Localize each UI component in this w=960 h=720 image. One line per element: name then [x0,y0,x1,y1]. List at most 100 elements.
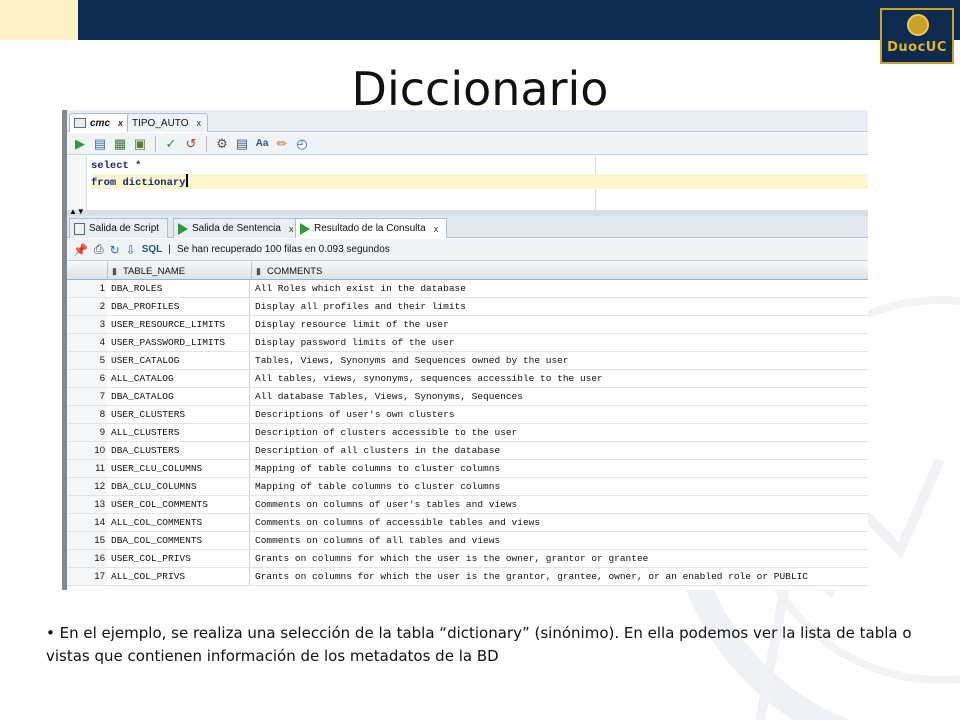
table-row[interactable]: 14 ALL_COL_COMMENTS Comments on columns of… [67,514,868,532]
print-icon[interactable]: ⎙ [94,242,104,257]
table-row[interactable]: 1 DBA_ROLES All Roles which exist in the d… [67,280,868,298]
query-result-icon [300,222,310,235]
splitter-arrows-icon[interactable]: ▲▼ [69,207,85,216]
row-number: 14 [67,514,107,531]
tab-tipo-auto[interactable]: TIPO_AUTO x [127,113,868,590]
result-status: Se han recuperado 100 filas en 0.093 seg… [176,244,390,255]
cell-table-name: USER_CATALOG [108,352,250,369]
cell-comments: Comments on columns of accessible tables… [255,517,541,528]
tab-label: Resultado de la Consulta [314,223,426,234]
cell-comments: Display all profiles and their limits [255,301,466,312]
code-line: select * [91,160,142,172]
run-script-icon[interactable]: ▤ [91,135,109,153]
sql-editor[interactable]: select * from dictionary [67,156,868,210]
query-result-grid[interactable]: ▮ TABLE_NAME ▮ COMMENTS 1 DBA_ROLES All Ro… [67,262,868,590]
close-icon[interactable]: x [118,118,123,128]
table-row[interactable]: 16 USER_COL_PRIVS Grants on columns for wh… [67,550,868,568]
explain-plan-icon[interactable]: ▦ [111,135,129,153]
row-number: 10 [67,442,107,459]
cell-table-name: ALL_COL_COMMENTS [108,514,250,531]
tab-query-result[interactable]: Resultado de la Consulta x [295,218,448,238]
logo-text: DuocUC [887,40,947,55]
column-header-table-name[interactable]: ▮ TABLE_NAME [108,262,252,280]
column-header-label: TABLE_NAME [122,265,186,277]
unshared-sql-worksheet-icon[interactable]: ⚙ [213,135,231,153]
document-tab-bar: cmc x TIPO_AUTO x [67,110,868,590]
row-number: 15 [67,532,107,549]
table-row[interactable]: 15 DBA_COL_COMMENTS Comments on columns of… [67,532,868,550]
close-icon[interactable]: x [197,118,202,128]
commit-icon[interactable]: ✓ [162,135,180,153]
cell-comments: Tables, Views, Synonyms and Sequences ow… [255,355,569,366]
table-row[interactable]: 12 DBA_CLU_COLUMNS Mapping of table column… [67,478,868,496]
row-number: 13 [67,496,107,513]
editor-gutter [67,156,87,210]
cell-comments: Description of all clusters in the datab… [255,445,501,456]
cell-table-name: DBA_COL_COMMENTS [108,532,250,549]
sql-tuning-advisor-icon[interactable]: ▤ [233,135,251,153]
table-row[interactable]: 10 DBA_CLUSTERS Description of all cluster… [67,442,868,460]
cell-comments: All database Tables, Views, Synonyms, Se… [255,391,523,402]
format-icon[interactable]: Aa [253,135,271,153]
sql-button[interactable]: SQL [142,244,163,255]
table-row[interactable]: 17 ALL_COL_PRIVS Grants on columns for whi… [67,568,868,586]
tab-label: Salida de Script [89,223,160,234]
result-toolbar: 📌 ⎙ ↻ ⇩ SQL | Se han recuperado 100 fila… [67,239,868,261]
sql-worksheet-icon [74,118,86,128]
row-number: 6 [67,370,107,387]
tab-script-output[interactable]: Salida de Script [69,218,169,238]
table-row[interactable]: 6 ALL_CATALOG All tables, views, synonyms,… [67,370,868,388]
toolbar-separator: | [168,244,171,255]
clear-icon[interactable]: ✏ [273,135,291,153]
row-number: 7 [67,388,107,405]
row-number-header [67,262,108,280]
close-icon[interactable]: x [289,224,294,234]
script-output-icon [74,222,85,235]
table-row[interactable]: 11 USER_CLU_COLUMNS Mapping of table colum… [67,460,868,478]
cell-comments: Mapping of table columns to cluster colu… [255,463,501,474]
header-bar [0,0,960,40]
export-icon[interactable]: ⇩ [126,243,136,257]
cell-table-name: DBA_ROLES [108,280,250,297]
row-number: 12 [67,478,107,495]
row-number: 1 [67,280,107,297]
table-row[interactable]: 5 USER_CATALOG Tables, Views, Synonyms and… [67,352,868,370]
worksheet-toolbar: ▶ ▤ ▦ ▣ ✓ ↺ ⚙ ▤ Aa ✏ ◴ [67,133,868,155]
rollback-icon[interactable]: ↺ [182,135,200,153]
cell-table-name: DBA_CLUSTERS [108,442,250,459]
cell-table-name: USER_COL_PRIVS [108,550,250,567]
cell-table-name: USER_CLU_COLUMNS [108,460,250,477]
cell-table-name: USER_PASSWORD_LIMITS [108,334,250,351]
row-number: 3 [67,316,107,333]
row-number: 9 [67,424,107,441]
cell-comments: All tables, views, synonyms, sequences a… [255,373,603,384]
cell-table-name: USER_CLUSTERS [108,406,250,423]
tab-cmc[interactable]: cmc x [69,113,131,132]
header-accent [0,0,78,40]
table-row[interactable]: 2 DBA_PROFILES Display all profiles and th… [67,298,868,316]
table-row[interactable]: 9 ALL_CLUSTERS Description of clusters acc… [67,424,868,442]
cell-comments: Mapping of table columns to cluster colu… [255,481,501,492]
code-text: from dictionary [91,177,186,189]
table-row[interactable]: 8 USER_CLUSTERS Descriptions of user's own… [67,406,868,424]
cell-comments: Display resource limit of the user [255,319,449,330]
cell-comments: Comments on columns of all tables and vi… [255,535,501,546]
table-row[interactable]: 4 USER_PASSWORD_LIMITS Display password li… [67,334,868,352]
row-number: 2 [67,298,107,315]
tab-statement-output[interactable]: Salida de Sentencia x [173,218,303,238]
table-row[interactable]: 7 DBA_CATALOG All database Tables, Views, … [67,388,868,406]
run-statement-icon[interactable]: ▶ [71,135,89,153]
close-icon[interactable]: x [434,224,439,234]
refresh-icon[interactable]: ↻ [110,243,120,257]
tab-label: TIPO_AUTO [132,117,189,129]
duocuc-logo: DuocUC [880,8,954,64]
cell-table-name: ALL_CATALOG [108,370,250,387]
table-row[interactable]: 3 USER_RESOURCE_LIMITS Display resource li… [67,316,868,334]
cell-comments: All Roles which exist in the database [255,283,466,294]
history-icon[interactable]: ◴ [293,135,311,153]
pin-icon[interactable]: 📌 [73,243,88,257]
table-row[interactable]: 13 USER_COL_COMMENTS Comments on columns o… [67,496,868,514]
autotrace-icon[interactable]: ▣ [131,135,149,153]
column-header-comments[interactable]: ▮ COMMENTS [252,262,868,280]
slide-title: Diccionario [351,62,609,116]
